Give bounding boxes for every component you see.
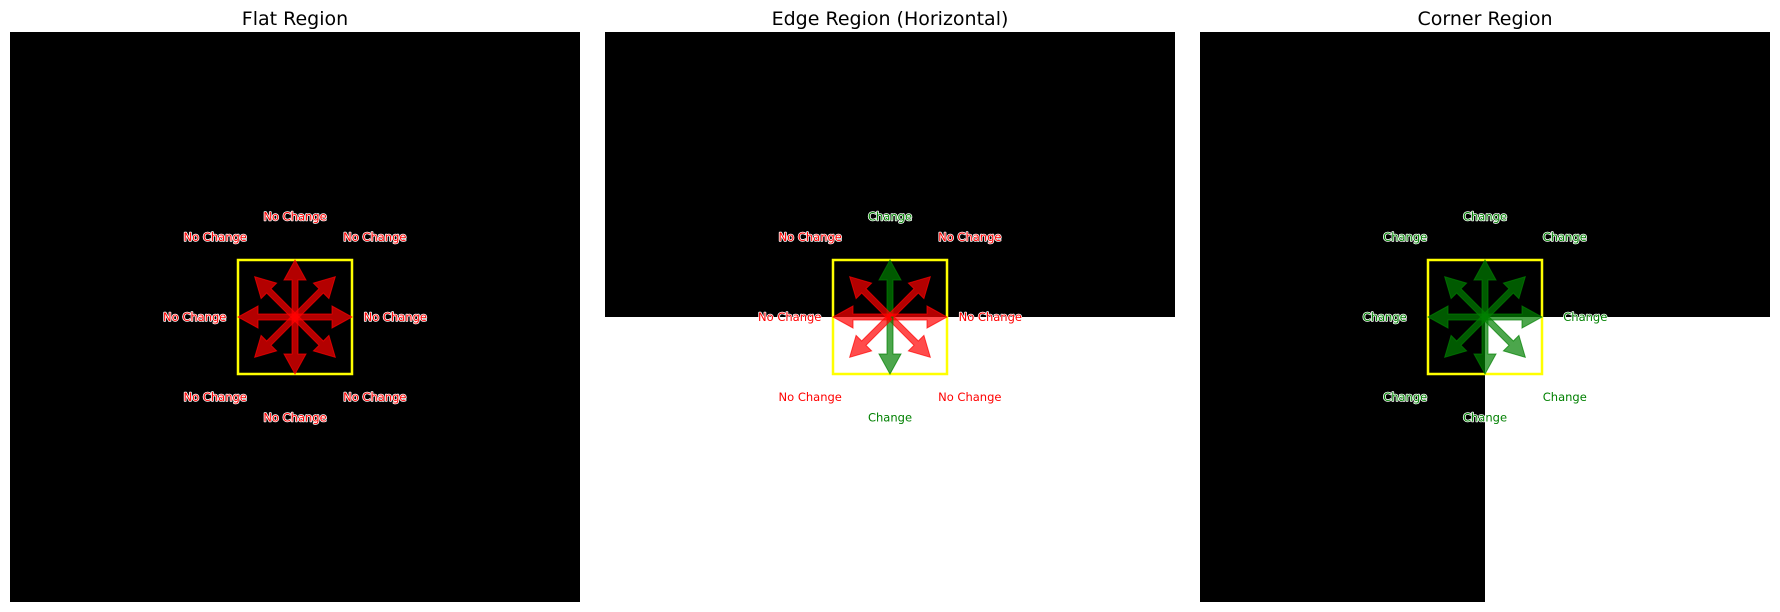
direction-label-n: No Change xyxy=(263,210,326,224)
figure: Flat Region No Change No Change No Change N… xyxy=(10,8,1770,602)
direction-label-nw: Change xyxy=(1383,230,1427,244)
panel-title: Corner Region xyxy=(1418,8,1553,30)
direction-label-ne: No Change xyxy=(938,230,1001,244)
dark-region-bottom-left xyxy=(1200,317,1485,602)
direction-label-n: Change xyxy=(868,210,912,224)
direction-label-e: No Change xyxy=(364,310,427,324)
direction-label-sw: Change xyxy=(1383,390,1427,404)
direction-label-se: Change xyxy=(1543,390,1587,404)
direction-label-n: Change xyxy=(1463,210,1507,224)
panel-corner-region: Corner Region Change Change Change Change Ch… xyxy=(1200,8,1770,602)
direction-label-sw: No Change xyxy=(779,390,842,404)
direction-label-se: No Change xyxy=(343,390,406,404)
direction-label-w: No Change xyxy=(758,310,821,324)
direction-label-nw: No Change xyxy=(184,230,247,244)
panel-flat-region: Flat Region No Change No Change No Change N… xyxy=(10,8,580,602)
direction-label-w: No Change xyxy=(163,310,226,324)
direction-label-nw: No Change xyxy=(779,230,842,244)
direction-label-e: No Change xyxy=(959,310,1022,324)
panel-edge-region: Edge Region (Horizontal) Change No Change… xyxy=(605,8,1175,602)
direction-label-e: Change xyxy=(1563,310,1607,324)
direction-label-sw: No Change xyxy=(184,390,247,404)
direction-label-ne: Change xyxy=(1543,230,1587,244)
panel-title: Flat Region xyxy=(242,8,348,30)
direction-label-se: No Change xyxy=(938,390,1001,404)
direction-label-s: Change xyxy=(868,410,912,424)
panel-title: Edge Region (Horizontal) xyxy=(772,8,1009,30)
direction-label-s: No Change xyxy=(263,410,326,424)
direction-label-ne: No Change xyxy=(343,230,406,244)
direction-label-w: Change xyxy=(1363,310,1407,324)
direction-label-s: Change xyxy=(1463,410,1507,424)
